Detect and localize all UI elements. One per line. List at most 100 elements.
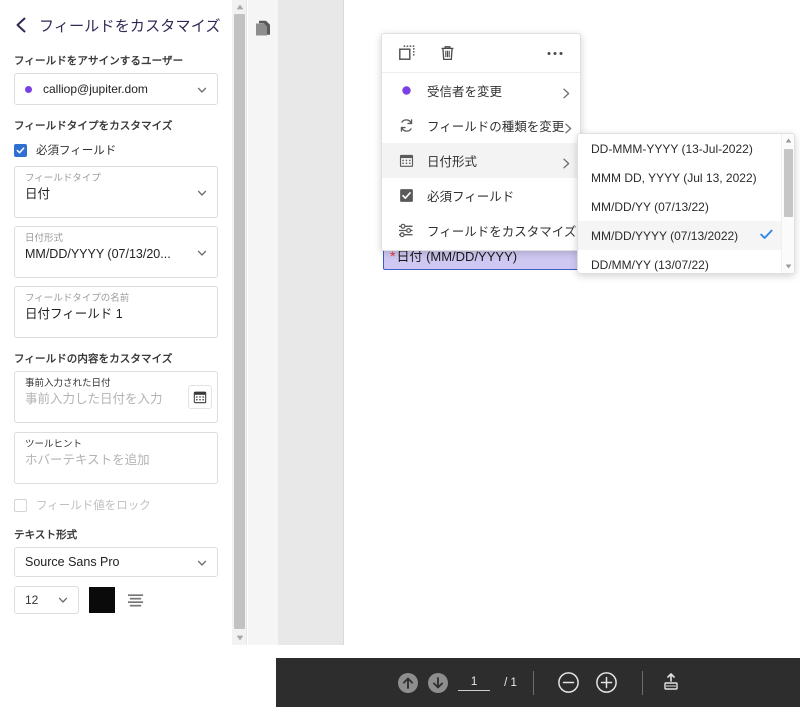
tooltip-caption: ツールヒント	[25, 439, 83, 450]
chevron-down-icon	[196, 246, 208, 258]
fit-width-icon[interactable]	[659, 671, 683, 695]
chevron-down-icon	[196, 556, 208, 568]
required-field-label: 必須フィールド	[36, 145, 117, 157]
option-label: DD/MM/YY (13/07/22)	[591, 257, 709, 272]
option-label: MM/DD/YY (07/13/22)	[591, 199, 709, 214]
option-label: MM/DD/YYYY (07/13/2022)	[591, 228, 739, 243]
field-type-caption: フィールドタイプ	[25, 173, 101, 184]
text-format-row: 12	[14, 586, 218, 614]
tooltip-input[interactable]: ツールヒント ホバーテキストを追加	[14, 432, 218, 484]
submenu-scrollbar[interactable]	[781, 134, 794, 273]
app-root: フィールドをカスタマイズ フィールドをアサインするユーザー calliop@ju…	[0, 0, 800, 707]
checkbox-checked-icon	[396, 186, 416, 206]
font-size-value: 12	[25, 593, 39, 607]
checkbox-checked-icon[interactable]	[14, 143, 27, 157]
checkbox-unchecked-icon[interactable]	[14, 498, 27, 512]
chevron-down-icon	[196, 186, 208, 198]
date-format-option-list: DD-MMM-YYYY (13-Jul-2022) MMM DD, YYYY (…	[578, 134, 783, 273]
context-menu-toolbar	[382, 34, 580, 73]
plus-circle-icon[interactable]	[595, 671, 619, 695]
date-format-option[interactable]: MMM DD, YYYY (Jul 13, 2022)	[578, 163, 783, 192]
chevron-right-icon	[564, 121, 574, 133]
font-size-select[interactable]: 12	[14, 586, 79, 614]
font-color-swatch[interactable]	[89, 587, 115, 613]
date-format-select[interactable]: 日付形式 MM/DD/YYYY (07/13/20...	[14, 226, 218, 278]
field-name-caption: フィールドタイプの名前	[25, 293, 130, 304]
menu-item-change-field-type[interactable]: フィールドの種類を変更	[382, 108, 580, 143]
chevron-down-icon	[196, 83, 208, 95]
tooltip-placeholder: ホバーテキストを追加	[25, 453, 150, 467]
option-label: DD-MMM-YYYY (13-Jul-2022)	[591, 141, 753, 156]
menu-item-label: フィールドの種類を変更	[427, 120, 565, 134]
thumbnail-rail[interactable]	[248, 0, 278, 645]
panel-scrollbar[interactable]	[232, 0, 247, 645]
text-align-icon[interactable]	[125, 590, 145, 610]
recipient-dot-icon	[25, 85, 32, 93]
chevron-down-icon	[57, 594, 69, 606]
more-icon[interactable]	[544, 42, 566, 64]
chevron-right-icon	[562, 86, 572, 98]
calendar-icon	[396, 151, 416, 171]
prefill-placeholder: 事前入力した日付を入力	[25, 392, 163, 406]
assign-user-label: フィールドをアサインするユーザー	[14, 55, 184, 67]
menu-item-date-format[interactable]: 日付形式	[382, 143, 580, 178]
calendar-icon[interactable]	[188, 385, 212, 409]
option-label: MMM DD, YYYY (Jul 13, 2022)	[591, 170, 757, 185]
field-type-value: 日付	[25, 187, 51, 201]
date-format-value: MM/DD/YYYY (07/13/20...	[25, 247, 171, 261]
menu-item-change-recipient[interactable]: 受信者を変更	[382, 73, 580, 108]
required-field-checkbox-row[interactable]: 必須フィールド	[0, 142, 232, 158]
date-format-option[interactable]: DD-MMM-YYYY (13-Jul-2022)	[578, 134, 783, 163]
duplicate-icon[interactable]	[396, 42, 418, 64]
date-format-option-selected[interactable]: MM/DD/YYYY (07/13/2022)	[578, 221, 783, 250]
lock-field-checkbox-row[interactable]: フィールド値をロック	[0, 497, 232, 513]
page-total-label: / 1	[504, 676, 517, 689]
date-format-submenu: DD-MMM-YYYY (13-Jul-2022) MMM DD, YYYY (…	[577, 133, 795, 274]
customize-field-panel: フィールドをカスタマイズ フィールドをアサインするユーザー calliop@ju…	[0, 0, 232, 645]
page-title: フィールドをカスタマイズ	[39, 17, 221, 35]
panel-header: フィールドをカスタマイズ	[0, 0, 232, 40]
field-context-menu: 受信者を変更 フィールドの種類を変更 日付形式 必須フィールド フィールドをカス…	[381, 33, 581, 251]
panel-scroll-thumb[interactable]	[234, 14, 245, 629]
arrow-down-circle-icon[interactable]	[427, 672, 449, 694]
sliders-icon	[396, 221, 416, 241]
trash-icon[interactable]	[436, 42, 458, 64]
lock-field-label: フィールド値をロック	[36, 500, 151, 512]
chevron-right-icon	[562, 156, 572, 168]
field-name-value: 日付フィールド 1	[25, 307, 123, 321]
scroll-down-arrow-icon[interactable]	[782, 260, 794, 273]
submenu-scroll-thumb[interactable]	[784, 149, 793, 217]
customize-content-label: フィールドの内容をカスタマイズ	[14, 353, 173, 365]
font-family-value: Source Sans Pro	[25, 555, 120, 569]
page-number-input[interactable]: 1	[458, 674, 491, 691]
pages-icon[interactable]	[255, 20, 271, 42]
scroll-up-arrow-icon[interactable]	[232, 0, 247, 14]
field-name-input[interactable]: フィールドタイプの名前 日付フィールド 1	[14, 286, 218, 338]
menu-item-label: 必須フィールド	[427, 190, 515, 204]
menu-item-label: 受信者を変更	[427, 85, 503, 99]
font-family-select[interactable]: Source Sans Pro	[14, 547, 218, 577]
document-bottom-toolbar: 1 / 1	[276, 658, 800, 707]
menu-item-required-field[interactable]: 必須フィールド	[382, 178, 580, 213]
assignee-email: calliop@jupiter.dom	[43, 82, 148, 96]
chevron-left-icon[interactable]	[12, 16, 30, 34]
toolbar-divider	[532, 670, 534, 695]
text-format-label: テキスト形式	[14, 529, 78, 541]
date-format-option[interactable]: DD/MM/YY (13/07/22)	[578, 250, 783, 273]
toolbar-divider	[641, 670, 643, 695]
prefill-date-input[interactable]: 事前入力された日付 事前入力した日付を入力	[14, 371, 218, 423]
scroll-down-arrow-icon[interactable]	[232, 631, 247, 645]
minus-circle-icon[interactable]	[557, 671, 581, 695]
menu-item-customize-field[interactable]: フィールドをカスタマイズ	[382, 213, 580, 248]
check-icon	[760, 228, 773, 243]
scroll-up-arrow-icon[interactable]	[782, 134, 794, 147]
toolbar-controls: 1 / 1	[393, 670, 683, 695]
assignee-select[interactable]: calliop@jupiter.dom	[14, 73, 218, 105]
prefill-caption: 事前入力された日付	[25, 378, 111, 389]
date-format-option[interactable]: MM/DD/YY (07/13/22)	[578, 192, 783, 221]
arrow-up-circle-icon[interactable]	[397, 672, 419, 694]
menu-item-label: 日付形式	[427, 155, 478, 169]
recipient-dot-icon	[396, 81, 416, 101]
field-type-select[interactable]: フィールドタイプ 日付	[14, 166, 218, 218]
refresh-icon	[396, 116, 416, 136]
